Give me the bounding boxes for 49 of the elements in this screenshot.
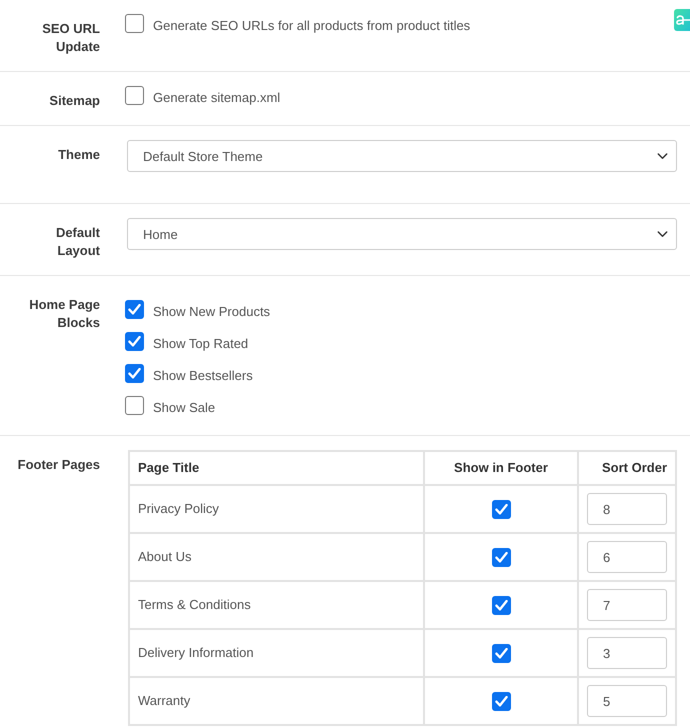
checkmark-icon — [494, 552, 508, 562]
checkmark-icon — [128, 368, 141, 379]
option-label: Show Sale — [153, 399, 216, 417]
table-cell: Warranty — [129, 677, 424, 725]
checkbox[interactable] — [125, 86, 144, 105]
checkbox[interactable] — [125, 396, 144, 415]
column-header: Show in Footer — [424, 451, 578, 485]
table-cell: Delivery Information — [129, 629, 424, 677]
field-label: Footer Pages — [18, 456, 100, 474]
option-label: Generate SEO URLs for all products from product titles — [153, 17, 470, 35]
checkbox[interactable] — [125, 14, 144, 33]
field-label: SEO URL Update — [41, 20, 100, 56]
column-header: Page Title — [129, 451, 424, 485]
chevron-down-icon — [657, 230, 668, 238]
field-label: Default Layout — [54, 224, 100, 260]
option-label: Show Bestsellers — [153, 367, 253, 385]
dropdown-select[interactable]: Default Store Theme — [127, 140, 677, 172]
checkmark-icon — [494, 696, 508, 706]
checkbox[interactable] — [492, 596, 510, 614]
column-header: Sort Order — [578, 451, 676, 485]
logo-icon — [674, 9, 690, 31]
checkmark-icon — [494, 504, 508, 514]
checkmark-icon — [128, 304, 141, 315]
table-cell: About Us — [129, 533, 424, 581]
chevron-down-icon — [657, 152, 668, 160]
sort-order-field[interactable]: 7 — [587, 589, 667, 621]
checkmark-icon — [128, 336, 141, 347]
checkbox[interactable] — [492, 548, 510, 566]
checkbox[interactable] — [492, 644, 510, 662]
sort-order-field[interactable]: 3 — [587, 637, 667, 669]
field-label: Sitemap — [49, 92, 100, 110]
sort-order-field[interactable]: 5 — [587, 685, 667, 717]
checkbox[interactable] — [492, 692, 510, 710]
checkmark-icon — [494, 600, 508, 610]
field-label: Theme — [58, 146, 100, 164]
checkbox[interactable] — [125, 332, 144, 351]
table-cell: Privacy Policy — [129, 485, 424, 533]
sort-order-field[interactable]: 6 — [587, 541, 667, 573]
field-label: Home Page Blocks — [28, 296, 100, 332]
option-label: Show Top Rated — [153, 335, 248, 353]
sort-order-field[interactable]: 8 — [587, 493, 667, 525]
checkbox[interactable] — [492, 500, 510, 518]
checkbox[interactable] — [125, 300, 144, 319]
option-label: Show New Products — [153, 303, 270, 321]
checkbox[interactable] — [125, 364, 144, 383]
dropdown-select[interactable]: Home — [127, 218, 677, 250]
option-label: Generate sitemap.xml — [153, 89, 280, 107]
table-cell: Terms & Conditions — [129, 581, 424, 629]
checkmark-icon — [494, 648, 508, 658]
